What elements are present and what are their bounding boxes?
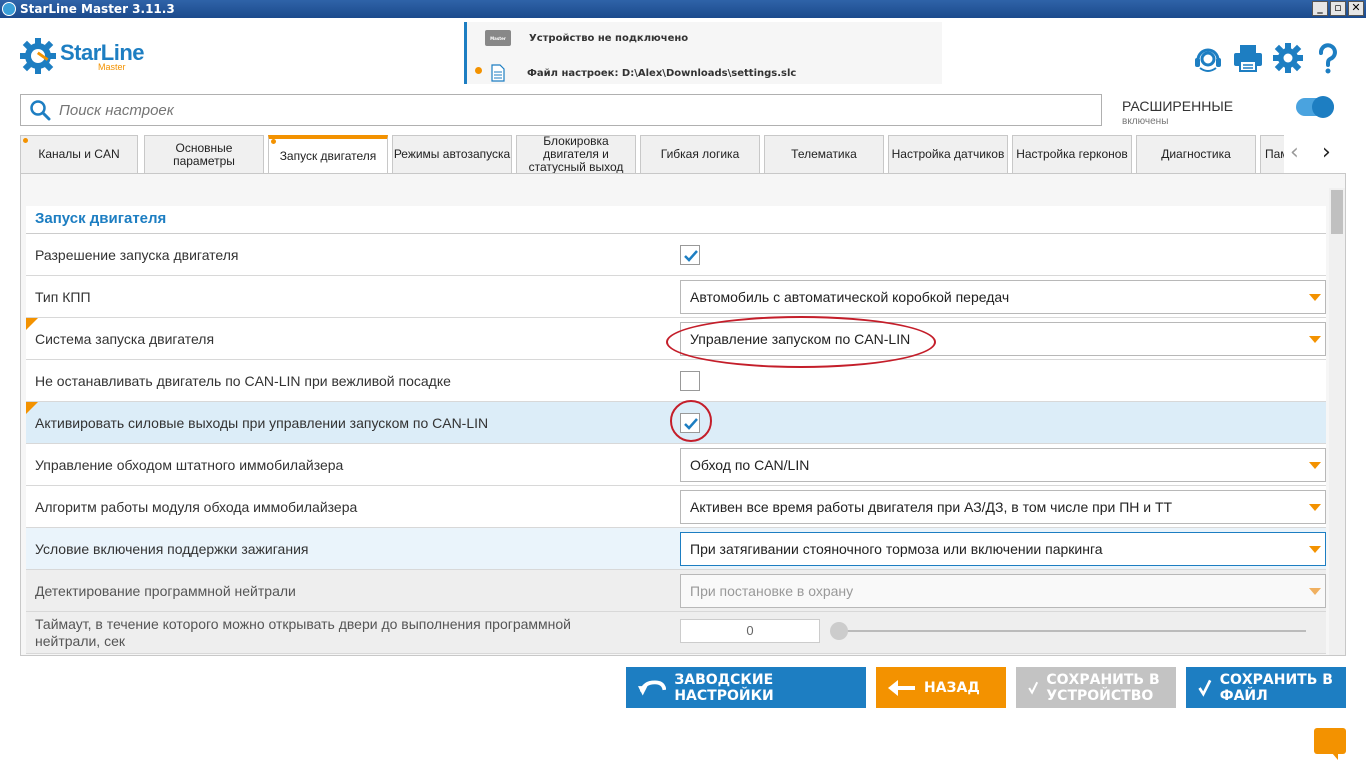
window-titlebar: StarLine Master 3.11.3 _ ▫ ✕ bbox=[0, 0, 1366, 18]
save-to-device-button[interactable]: СОХРАНИТЬ В УСТРОЙСТВО bbox=[1016, 667, 1176, 708]
setting-row: Тип КПП Автомобиль с автоматической коро… bbox=[26, 276, 1326, 318]
minimize-button[interactable]: _ bbox=[1312, 1, 1328, 16]
search-icon bbox=[30, 100, 51, 121]
search-bar[interactable] bbox=[20, 94, 1102, 126]
setting-label: Не останавливать двигатель по CAN-LIN пр… bbox=[35, 372, 451, 389]
back-button[interactable]: НАЗАД bbox=[876, 667, 1006, 708]
bypass-algorithm-select[interactable]: Активен все время работы двигателя при А… bbox=[680, 490, 1326, 524]
tab-sensor-settings[interactable]: Настройка датчиков bbox=[888, 135, 1008, 173]
file-icon bbox=[491, 64, 505, 82]
setting-row: Разрешение запуска двигателя bbox=[26, 234, 1326, 276]
tab-bar: Каналы и CAN Основные параметры Запуск д… bbox=[20, 135, 1284, 173]
dropdown-arrow-icon bbox=[1309, 588, 1321, 595]
save-to-file-button[interactable]: СОХРАНИТЬ В ФАЙЛ bbox=[1186, 667, 1346, 708]
advanced-toggle[interactable] bbox=[1296, 96, 1334, 118]
timeout-slider-track[interactable] bbox=[846, 630, 1306, 632]
settings-list: Разрешение запуска двигателя Тип КПП Авт… bbox=[26, 234, 1326, 654]
timeout-slider-handle[interactable] bbox=[830, 622, 848, 640]
engine-start-enabled-checkbox[interactable] bbox=[680, 245, 700, 265]
setting-row: Детектирование программной нейтрали При … bbox=[26, 570, 1326, 612]
gear-icon[interactable] bbox=[1272, 42, 1304, 74]
help-icon[interactable] bbox=[1312, 42, 1344, 74]
setting-label: Условие включения поддержки зажигания bbox=[35, 540, 309, 557]
checkmark-icon bbox=[1198, 679, 1212, 697]
gearbox-type-select[interactable]: Автомобиль с автоматической коробкой пер… bbox=[680, 280, 1326, 314]
device-icon: Master bbox=[485, 30, 511, 46]
setting-label: Управление обходом штатного иммобилайзер… bbox=[35, 456, 344, 473]
tab-channels-can[interactable]: Каналы и CAN bbox=[20, 135, 138, 173]
device-panel: Master Устройство не подключено Файл нас… bbox=[464, 22, 942, 84]
advanced-title: РАСШИРЕННЫЕ bbox=[1122, 98, 1234, 114]
tab-memory[interactable]: Пам bbox=[1260, 135, 1284, 173]
dropdown-arrow-icon bbox=[1309, 336, 1321, 343]
setting-row: Таймаут, в течение которого можно открыв… bbox=[26, 612, 1326, 654]
window-controls: _ ▫ ✕ bbox=[1312, 1, 1364, 16]
factory-settings-button[interactable]: ЗАВОДСКИЕ НАСТРОЙКИ bbox=[626, 667, 866, 708]
dropdown-arrow-icon bbox=[1309, 504, 1321, 511]
setting-label: Активировать силовые выходы при управлен… bbox=[35, 414, 489, 431]
tab-scroll-arrows: ‹ › bbox=[1290, 142, 1338, 164]
setting-row: Условие включения поддержки зажигания Пр… bbox=[26, 528, 1326, 570]
dropdown-arrow-icon bbox=[1309, 294, 1321, 301]
unsaved-dot bbox=[475, 67, 482, 74]
search-input[interactable] bbox=[59, 101, 1059, 119]
tab-diagnostics[interactable]: Диагностика bbox=[1136, 135, 1256, 173]
chat-icon[interactable] bbox=[1314, 728, 1346, 760]
tab-engine-start[interactable]: Запуск двигателя bbox=[268, 135, 388, 173]
annotation-oval bbox=[666, 316, 936, 368]
tab-telematics[interactable]: Телематика bbox=[764, 135, 884, 173]
vertical-scrollbar[interactable] bbox=[1329, 188, 1345, 655]
setting-label: Разрешение запуска двигателя bbox=[35, 246, 239, 263]
setting-label: Система запуска двигателя bbox=[35, 330, 215, 347]
setting-row: Управление обходом штатного иммобилайзер… bbox=[26, 444, 1326, 486]
logo-gear-icon bbox=[20, 38, 56, 74]
chevron-right-icon[interactable]: › bbox=[1322, 142, 1338, 164]
chevron-left-icon[interactable]: ‹ bbox=[1290, 142, 1306, 164]
starline-logo: StarLine Master bbox=[20, 38, 145, 74]
dropdown-arrow-icon bbox=[1309, 546, 1321, 553]
tab-reed-settings[interactable]: Настройка герконов bbox=[1012, 135, 1132, 173]
dropdown-arrow-icon bbox=[1309, 462, 1321, 469]
app-icon bbox=[2, 2, 16, 16]
setting-label: Тип КПП bbox=[35, 288, 91, 305]
header-toolbar bbox=[1192, 42, 1344, 74]
tab-autostart-modes[interactable]: Режимы автозапуска bbox=[392, 135, 512, 173]
neutral-detection-select[interactable]: При постановке в охрану bbox=[680, 574, 1326, 608]
tab-engine-lock[interactable]: Блокировка двигателя и статусный выход bbox=[516, 135, 636, 173]
no-stop-can-lin-checkbox[interactable] bbox=[680, 371, 700, 391]
arrow-left-icon bbox=[888, 679, 915, 696]
setting-row: Алгоритм работы модуля обхода иммобилайз… bbox=[26, 486, 1326, 528]
advanced-settings: РАСШИРЕННЫЕ включены bbox=[1122, 98, 1233, 127]
tab-flex-logic[interactable]: Гибкая логика bbox=[640, 135, 760, 173]
checkmark-icon bbox=[684, 250, 698, 262]
close-button[interactable]: ✕ bbox=[1348, 1, 1364, 16]
immobilizer-bypass-select[interactable]: Обход по CAN/LIN bbox=[680, 448, 1326, 482]
settings-file-row: Файл настроек: D:\Alex\Downloads\setting… bbox=[485, 64, 796, 82]
annotation-circle bbox=[670, 400, 712, 442]
tab-basic-params[interactable]: Основные параметры bbox=[144, 135, 264, 173]
device-status: Устройство не подключено bbox=[529, 32, 689, 44]
support-icon[interactable] bbox=[1192, 42, 1224, 74]
printer-icon[interactable] bbox=[1232, 42, 1264, 74]
setting-row: Не останавливать двигатель по CAN-LIN пр… bbox=[26, 360, 1326, 402]
setting-label: Алгоритм работы модуля обхода иммобилайз… bbox=[35, 498, 358, 515]
maximize-button[interactable]: ▫ bbox=[1330, 1, 1346, 16]
setting-label: Таймаут, в течение которого можно открыв… bbox=[35, 616, 571, 649]
advanced-state: включены bbox=[1122, 116, 1169, 127]
settings-file-path: Файл настроек: D:\Alex\Downloads\setting… bbox=[527, 67, 797, 79]
device-status-row: Master Устройство не подключено bbox=[485, 30, 688, 46]
ignition-support-select[interactable]: При затягивании стояночного тормоза или … bbox=[680, 532, 1326, 566]
window-title: StarLine Master 3.11.3 bbox=[20, 2, 175, 16]
timeout-value-field[interactable]: 0 bbox=[680, 619, 820, 643]
section-title: Запуск двигателя bbox=[26, 206, 1326, 234]
undo-icon bbox=[638, 679, 667, 696]
setting-label: Детектирование программной нейтрали bbox=[35, 582, 296, 599]
checkmark-icon bbox=[1028, 681, 1039, 695]
